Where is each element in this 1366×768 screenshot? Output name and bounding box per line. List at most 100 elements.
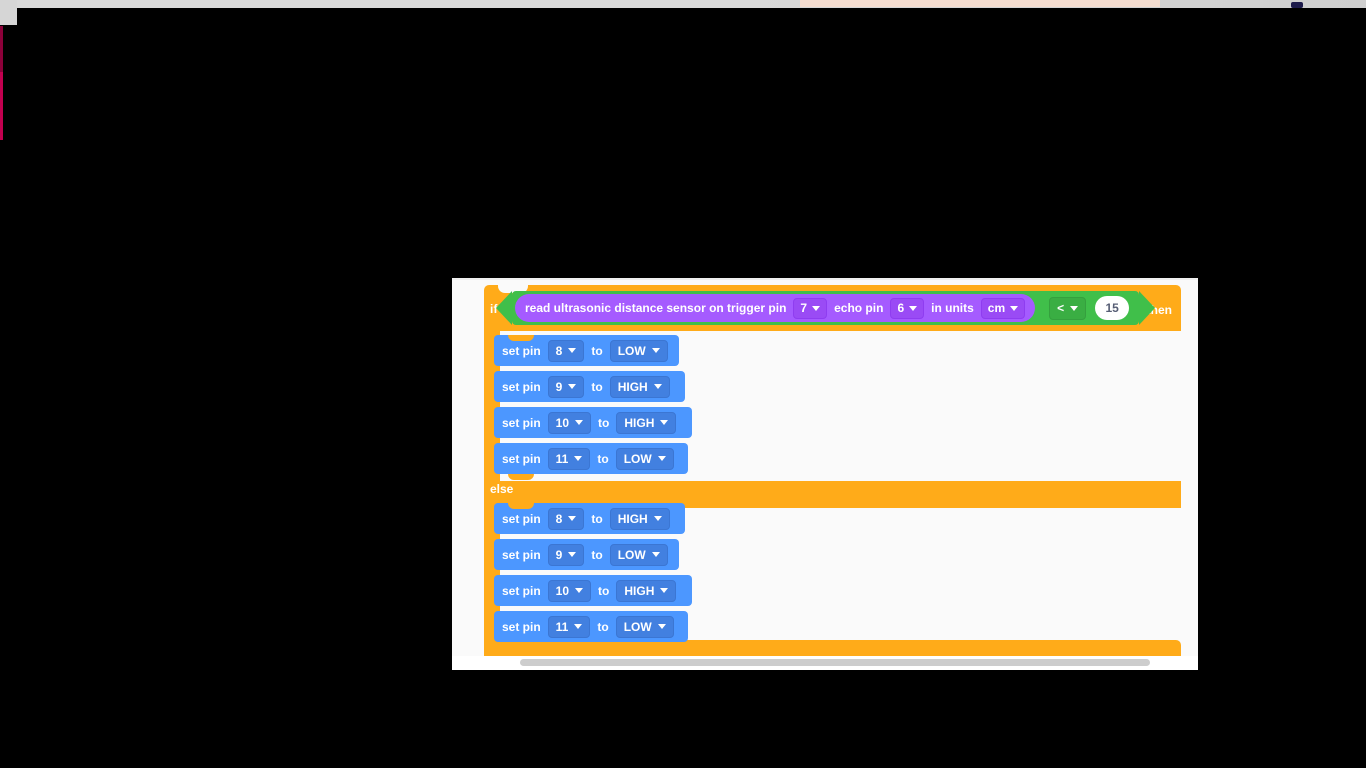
- block-top-notch: [508, 503, 534, 509]
- pin-state-dropdown[interactable]: LOW: [609, 543, 668, 566]
- pin-state-value: HIGH: [624, 415, 655, 430]
- set-pin-block[interactable]: set pin 9 to HIGH: [494, 371, 685, 402]
- pin-number-dropdown[interactable]: 11: [547, 615, 591, 638]
- pin-state-value: HIGH: [617, 379, 648, 394]
- chevron-down-icon: [651, 552, 660, 557]
- horizontal-scrollbar-track[interactable]: [452, 656, 1198, 670]
- set-pin-block[interactable]: set pin 11 to LOW: [494, 611, 688, 648]
- chevron-down-icon: [660, 588, 669, 593]
- to-label: to: [597, 451, 609, 466]
- block-top-notch: [508, 371, 534, 377]
- echo-pin-dropdown[interactable]: 6: [890, 297, 925, 319]
- block-top-notch: [508, 407, 534, 413]
- desktop-screen: if then read ultrasonic distance sensor …: [0, 0, 1366, 768]
- block-top-notch: [508, 611, 534, 617]
- chevron-down-icon: [575, 420, 584, 425]
- pin-state-value: HIGH: [624, 583, 655, 598]
- pin-number-dropdown[interactable]: 11: [547, 447, 591, 470]
- pin-state-dropdown[interactable]: HIGH: [616, 411, 677, 434]
- accent-bar-magenta: [0, 72, 3, 140]
- window-chrome-speck: [1291, 2, 1303, 8]
- ultrasonic-sensor-block[interactable]: read ultrasonic distance sensor on trigg…: [515, 294, 1036, 322]
- pin-number-dropdown[interactable]: 8: [547, 507, 585, 530]
- sensor-text-label: read ultrasonic distance sensor on trigg…: [525, 301, 787, 315]
- to-label: to: [591, 511, 603, 526]
- set-pin-block[interactable]: set pin 11 to LOW: [494, 443, 688, 480]
- chevron-down-icon: [657, 624, 666, 629]
- block-bottom-tab: [508, 474, 534, 480]
- pin-state-dropdown[interactable]: HIGH: [616, 579, 677, 602]
- chevron-down-icon: [574, 624, 583, 629]
- pin-number-dropdown[interactable]: 10: [547, 411, 592, 434]
- else-keyword-label: else: [490, 482, 514, 496]
- pin-state-value: LOW: [617, 343, 646, 358]
- units-value: cm: [987, 301, 1006, 315]
- block-top-notch: [508, 443, 534, 449]
- window-chrome-strip-warm: [800, 0, 1160, 7]
- set-pin-label: set pin: [502, 379, 541, 394]
- set-pin-label: set pin: [502, 583, 541, 598]
- pin-number-dropdown[interactable]: 9: [547, 375, 585, 398]
- set-pin-label: set pin: [502, 343, 541, 358]
- set-pin-block[interactable]: set pin 8 to LOW: [494, 335, 679, 366]
- pin-state-value: LOW: [623, 619, 652, 634]
- pin-number-value: 9: [555, 547, 563, 562]
- set-pin-label: set pin: [502, 415, 541, 430]
- if-block-header[interactable]: if then read ultrasonic distance sensor …: [484, 285, 1181, 331]
- chevron-down-icon: [651, 348, 660, 353]
- horizontal-scrollbar-thumb[interactable]: [520, 659, 1150, 666]
- trigger-pin-value: 7: [800, 301, 808, 315]
- pin-state-value: LOW: [623, 451, 652, 466]
- pin-state-dropdown[interactable]: HIGH: [609, 375, 670, 398]
- set-pin-block[interactable]: set pin 9 to LOW: [494, 539, 679, 570]
- set-pin-label: set pin: [502, 547, 541, 562]
- block-top-notch: [508, 575, 534, 581]
- pin-number-dropdown[interactable]: 9: [547, 543, 585, 566]
- comparison-operator-block[interactable]: read ultrasonic distance sensor on trigg…: [495, 291, 1156, 325]
- pin-state-dropdown[interactable]: HIGH: [609, 507, 670, 530]
- set-pin-block[interactable]: set pin 10 to HIGH: [494, 575, 692, 606]
- workspace-top-edge: [452, 278, 1198, 280]
- pin-number-dropdown[interactable]: 8: [547, 339, 585, 362]
- chevron-down-icon: [653, 516, 662, 521]
- pin-number-dropdown[interactable]: 10: [547, 579, 592, 602]
- to-label: to: [598, 583, 610, 598]
- block-top-notch: [508, 539, 534, 545]
- pin-number-value: 9: [555, 379, 563, 394]
- pin-number-value: 8: [555, 511, 563, 526]
- chevron-down-icon: [1010, 305, 1019, 311]
- chevron-down-icon: [812, 305, 821, 311]
- set-pin-block[interactable]: set pin 10 to HIGH: [494, 407, 692, 438]
- pin-state-dropdown[interactable]: LOW: [615, 615, 674, 638]
- compare-value-input[interactable]: 15: [1095, 296, 1130, 320]
- chevron-down-icon: [568, 552, 577, 557]
- window-chrome-corner: [0, 0, 17, 25]
- pin-number-value: 11: [555, 619, 569, 634]
- set-pin-label: set pin: [502, 511, 541, 526]
- pin-number-value: 11: [555, 451, 569, 466]
- pin-number-value: 10: [555, 583, 570, 598]
- chevron-down-icon: [575, 588, 584, 593]
- units-dropdown[interactable]: cm: [980, 297, 1026, 319]
- pin-state-dropdown[interactable]: LOW: [615, 447, 674, 470]
- operator-dropdown[interactable]: <: [1049, 296, 1087, 320]
- to-label: to: [591, 343, 603, 358]
- accent-bar-dark: [0, 26, 3, 72]
- echo-pin-label: echo pin: [834, 301, 884, 315]
- to-label: to: [591, 547, 603, 562]
- to-label: to: [598, 415, 610, 430]
- pin-state-value: HIGH: [617, 511, 648, 526]
- trigger-pin-dropdown[interactable]: 7: [793, 297, 828, 319]
- blockly-workspace[interactable]: if then read ultrasonic distance sensor …: [452, 278, 1198, 670]
- chevron-down-icon: [568, 516, 577, 521]
- window-chrome-strip: [0, 0, 1366, 8]
- chevron-down-icon: [660, 420, 669, 425]
- chevron-down-icon: [574, 456, 583, 461]
- chevron-down-icon: [1070, 305, 1079, 311]
- pin-number-value: 10: [555, 415, 570, 430]
- set-pin-block[interactable]: set pin 8 to HIGH: [494, 503, 685, 534]
- to-label: to: [591, 379, 603, 394]
- pin-state-dropdown[interactable]: LOW: [609, 339, 668, 362]
- set-pin-label: set pin: [502, 451, 541, 466]
- chevron-down-icon: [568, 348, 577, 353]
